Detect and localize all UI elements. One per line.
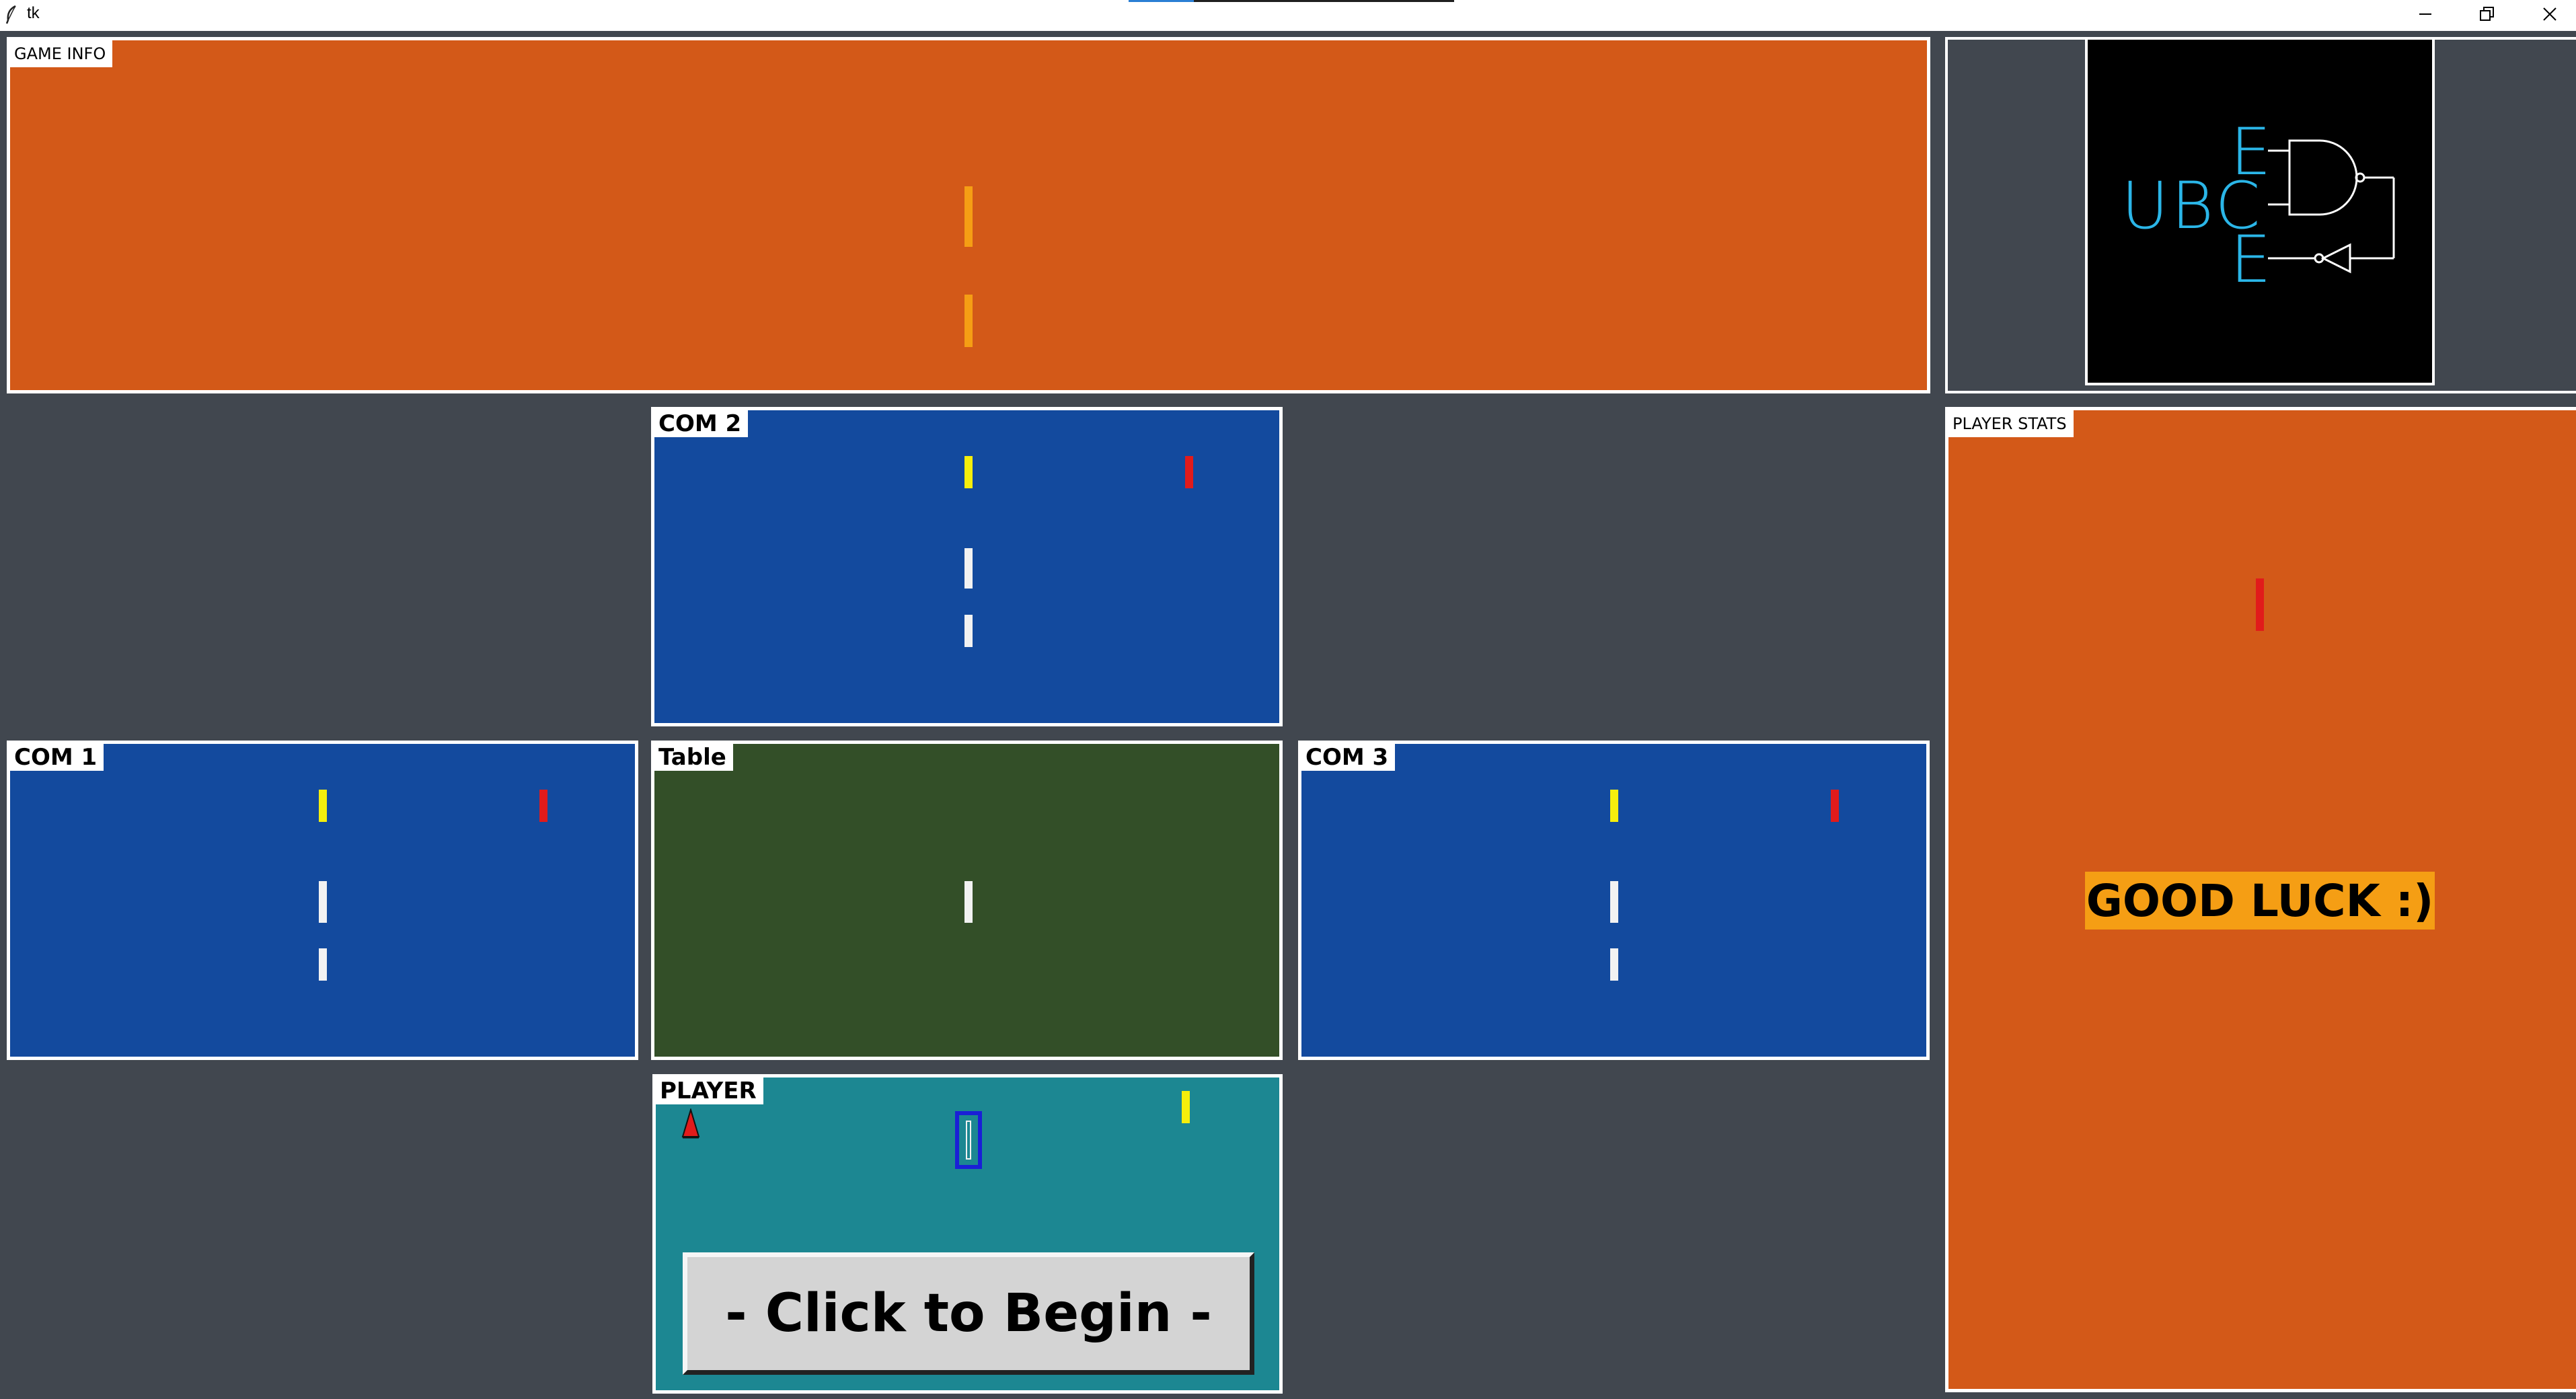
com3-white-marker (1610, 948, 1618, 981)
window-title: tk (27, 4, 40, 22)
com3-red-marker (1831, 790, 1839, 822)
com1-white-marker (319, 881, 327, 923)
title-progress-fill (1129, 0, 1194, 2)
com2-red-marker (1185, 456, 1193, 488)
com3-yellow-marker (1610, 790, 1618, 822)
com3-white-marker (1610, 881, 1618, 923)
com1-label: COM 1 (10, 744, 104, 771)
feather-icon (5, 5, 17, 24)
player-label: PLAYER (656, 1077, 763, 1104)
title-bar: tk (0, 0, 2576, 31)
game-info-label: GAME INFO (10, 40, 113, 67)
com1-yellow-marker (319, 790, 327, 822)
player-selector-box (955, 1111, 982, 1169)
player-stats-label: PLAYER STATS (1948, 410, 2074, 437)
player-cone-icon (681, 1107, 701, 1139)
restore-button[interactable] (2456, 0, 2518, 31)
logo-letter-bottom-e: E (2230, 222, 2271, 297)
title-progress-bar (1129, 0, 1454, 2)
good-luck-message: GOOD LUCK :) (2085, 872, 2435, 930)
game-info-marker (964, 295, 973, 347)
close-button[interactable] (2519, 0, 2576, 31)
table-white-marker (964, 881, 973, 923)
com2-white-marker (964, 615, 973, 647)
ubce-logo: E UBC E (2085, 37, 2435, 385)
com3-label: COM 3 (1301, 744, 1396, 771)
com2-yellow-marker (964, 456, 973, 488)
minimize-button[interactable] (2394, 0, 2456, 31)
restore-icon (2479, 6, 2495, 25)
com2-white-marker (964, 548, 973, 589)
table-label: Table (654, 744, 733, 771)
stats-red-marker (2256, 578, 2264, 631)
close-icon (2542, 6, 2558, 25)
player-white-marker (966, 1121, 971, 1160)
player-yellow-marker (1182, 1091, 1190, 1123)
minimize-icon (2418, 7, 2433, 24)
logic-gate-icon (2268, 139, 2395, 274)
com1-red-marker (539, 790, 547, 822)
game-info-marker (964, 186, 973, 247)
com2-label: COM 2 (654, 410, 749, 437)
com1-white-marker (319, 948, 327, 981)
click-to-begin-button[interactable]: - Click to Begin - (683, 1252, 1254, 1375)
